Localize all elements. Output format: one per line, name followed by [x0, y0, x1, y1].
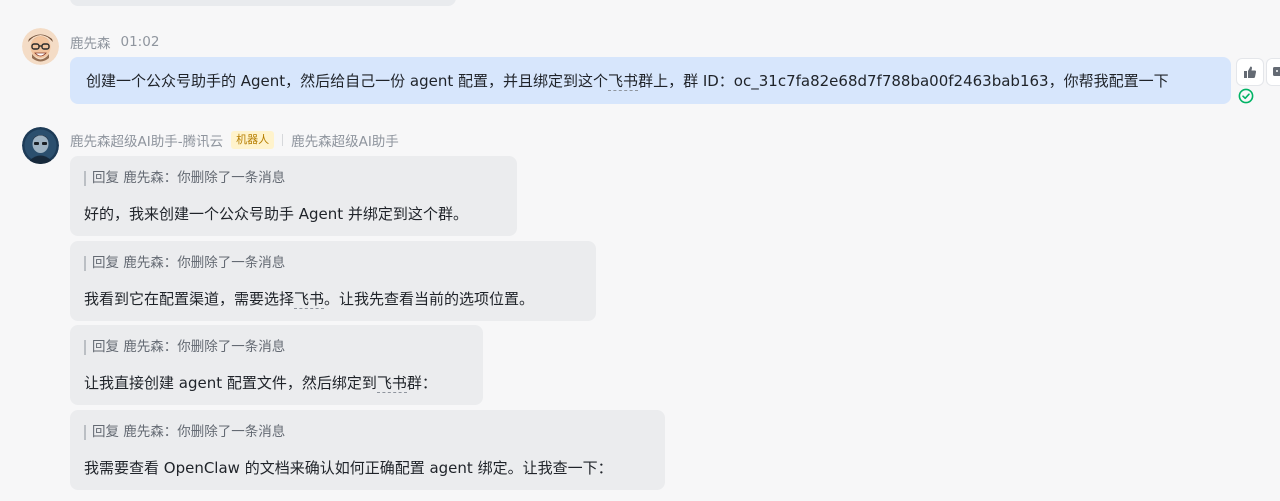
bot-message-text-part: 群：: [406, 374, 437, 392]
feishu-entity-link[interactable]: 飞书: [294, 290, 325, 309]
bot-avatar-image: [22, 127, 59, 164]
feishu-entity-link[interactable]: 飞书: [608, 72, 639, 91]
user-message-bubble[interactable]: 创建一个公众号助手的 Agent，然后给自己一份 agent 配置，并且绑定到这…: [70, 57, 1231, 104]
reply-quote[interactable]: 回复 鹿先森：你删除了一条消息: [84, 340, 285, 355]
thumbs-up-button[interactable]: [1236, 58, 1264, 86]
user-message-text: 创建一个公众号助手的 Agent，然后给自己一份 agent 配置，并且绑定到这…: [86, 70, 1169, 91]
bot-message-bubble[interactable]: 回复 鹿先森：你删除了一条消息 我需要查看 OpenClaw 的文档来确认如何正…: [70, 410, 665, 490]
bot-message-text-part: 我需要查看 OpenClaw 的文档来确认如何正确配置 agent 绑定。让我查…: [84, 459, 613, 477]
bot-message-text: 好的，我来创建一个公众号助手 Agent 并绑定到这个群。: [84, 203, 468, 224]
bot-message-text-part: 。让我先查看当前的选项位置。: [324, 290, 535, 308]
bot-message-text: 我看到它在配置渠道，需要选择飞书。让我先查看当前的选项位置。: [84, 288, 534, 309]
bot-message-text-part: 好的，我来创建一个公众号助手 Agent 并绑定到这个群。: [84, 205, 468, 223]
bot-message-text: 我需要查看 OpenClaw 的文档来确认如何正确配置 agent 绑定。让我查…: [84, 457, 613, 478]
bot-message-text-part: 我看到它在配置渠道，需要选择: [84, 290, 295, 308]
user-sender-line: 鹿先森 01:02: [70, 32, 159, 52]
chat-view: 鹿先森 01:02 创建一个公众号助手的 Agent，然后给自己一份 agent…: [0, 0, 1280, 501]
bot-message-bubble[interactable]: 回复 鹿先森：你删除了一条消息 我看到它在配置渠道，需要选择飞书。让我先查看当前…: [70, 241, 596, 321]
check-circle-icon: [1238, 88, 1254, 104]
previous-message-bubble: [70, 0, 456, 6]
reply-quote[interactable]: 回复 鹿先森：你删除了一条消息: [84, 256, 285, 271]
user-sender-name[interactable]: 鹿先森: [70, 32, 111, 52]
bot-message-text: 让我直接创建 agent 配置文件，然后绑定到飞书群：: [84, 372, 437, 393]
thumbs-up-icon: [1244, 66, 1257, 78]
feishu-entity-link[interactable]: 飞书: [376, 374, 407, 393]
user-avatar[interactable]: [22, 28, 59, 65]
bot-sender-name[interactable]: 鹿先森超级AI助手-腾讯云: [70, 130, 223, 150]
bot-message-bubble[interactable]: 回复 鹿先森：你删除了一条消息 好的，我来创建一个公众号助手 Agent 并绑定…: [70, 156, 517, 236]
user-message-text-part: 群上，群 ID：oc_31c7fa82e68d7f788ba00f2463bab…: [638, 72, 1169, 90]
reply-quote[interactable]: 回复 鹿先森：你删除了一条消息: [84, 425, 285, 440]
reply-quote[interactable]: 回复 鹿先森：你删除了一条消息: [84, 171, 285, 186]
user-avatar-image: [22, 28, 59, 65]
bot-message-text-part: 让我直接创建 agent 配置文件，然后绑定到: [84, 374, 377, 392]
add-reaction-button[interactable]: [1266, 58, 1280, 86]
user-message-text-part: 创建一个公众号助手的 Agent，然后给自己一份 agent 配置，并且绑定到这…: [86, 72, 609, 90]
bot-message-bubble[interactable]: 回复 鹿先森：你删除了一条消息 让我直接创建 agent 配置文件，然后绑定到飞…: [70, 325, 483, 405]
emoji-add-icon: [1273, 67, 1280, 76]
divider: [282, 134, 284, 146]
message-time: 01:02: [120, 34, 160, 50]
bot-app-name[interactable]: 鹿先森超级AI助手: [291, 130, 399, 150]
bot-avatar[interactable]: [22, 127, 59, 164]
bot-badge: 机器人: [231, 131, 275, 149]
bot-sender-line: 鹿先森超级AI助手-腾讯云 机器人 鹿先森超级AI助手: [70, 130, 399, 150]
